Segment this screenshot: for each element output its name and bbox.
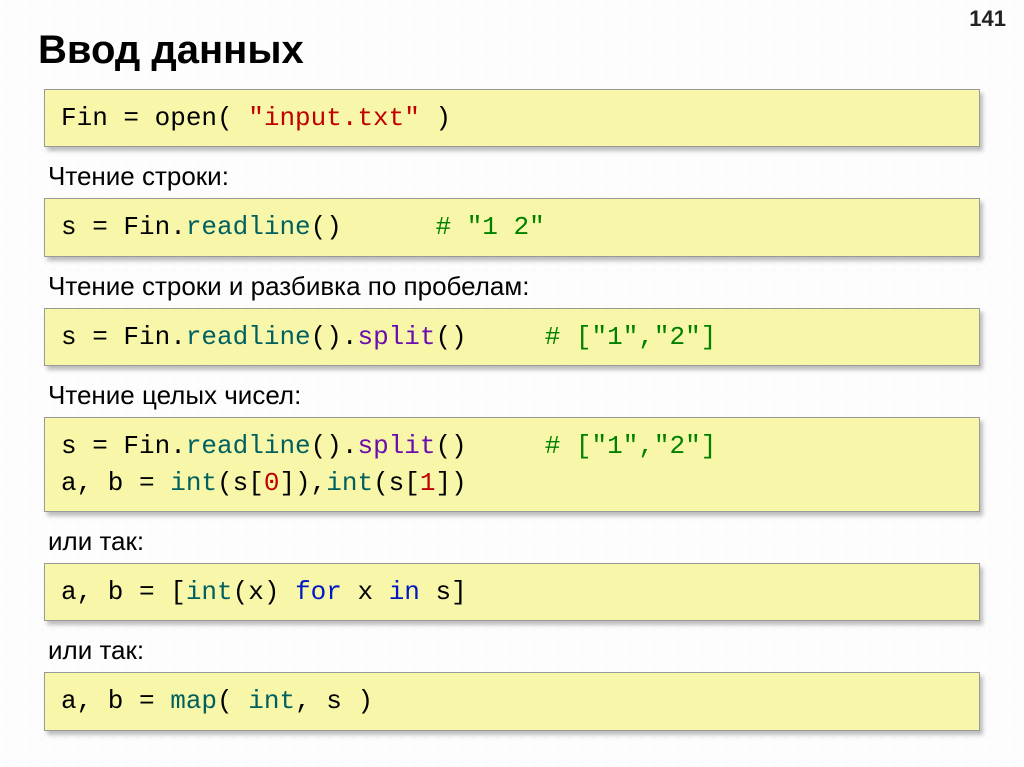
label-read-line: Чтение строки:	[48, 161, 986, 192]
label-or-2: или так:	[48, 635, 986, 666]
code-comment: # ["1","2"]	[545, 431, 717, 461]
code-text: a, b =	[61, 686, 170, 716]
code-text: Fin = open(	[61, 103, 248, 133]
code-text: s]	[420, 577, 467, 607]
code-func: int	[170, 468, 217, 498]
code-number: 0	[264, 468, 280, 498]
code-text: ().	[311, 322, 358, 352]
code-text: (x)	[233, 577, 295, 607]
code-text: ().	[311, 431, 358, 461]
code-text: s = Fin.	[61, 431, 186, 461]
code-func: int	[248, 686, 295, 716]
code-method: readline	[186, 431, 311, 461]
code-text: a, b =	[61, 468, 170, 498]
code-split: s = Fin.readline().split() # ["1","2"]	[44, 308, 980, 366]
code-text: ()	[435, 322, 544, 352]
code-text: )	[420, 103, 451, 133]
code-method: readline	[186, 212, 311, 242]
code-text: (s[	[373, 468, 420, 498]
page-number: 141	[969, 6, 1006, 32]
code-func: map	[170, 686, 217, 716]
code-text: ()	[435, 431, 544, 461]
code-text: (s[	[217, 468, 264, 498]
code-text: ])	[436, 468, 467, 498]
code-method: readline	[186, 322, 311, 352]
code-string: "input.txt"	[248, 103, 420, 133]
code-text: ]),	[279, 468, 326, 498]
code-comment: # ["1","2"]	[545, 322, 717, 352]
code-method: split	[357, 322, 435, 352]
label-read-ints: Чтение целых чисел:	[48, 380, 986, 411]
code-listcomp: a, b = [int(x) for x in s]	[44, 563, 980, 621]
code-text: x	[342, 577, 389, 607]
code-ints: s = Fin.readline().split() # ["1","2"] a…	[44, 417, 980, 512]
code-text: ()	[311, 212, 436, 242]
code-map: a, b = map( int, s )	[44, 672, 980, 730]
code-keyword: in	[389, 577, 420, 607]
code-readline: s = Fin.readline() # "1 2"	[44, 198, 980, 256]
code-text: a, b = [	[61, 577, 186, 607]
code-text: (	[217, 686, 248, 716]
code-comment: # "1 2"	[435, 212, 544, 242]
code-method: split	[357, 431, 435, 461]
code-text: s = Fin.	[61, 212, 186, 242]
code-open-file: Fin = open( "input.txt" )	[44, 89, 980, 147]
code-keyword: for	[295, 577, 342, 607]
code-func: int	[326, 468, 373, 498]
code-text: , s )	[295, 686, 373, 716]
label-split: Чтение строки и разбивка по пробелам:	[48, 271, 986, 302]
label-or-1: или так:	[48, 526, 986, 557]
slide: 141 Ввод данных Fin = open( "input.txt" …	[0, 0, 1024, 763]
page-title: Ввод данных	[38, 28, 986, 73]
code-text: s = Fin.	[61, 322, 186, 352]
code-number: 1	[420, 468, 436, 498]
code-func: int	[186, 577, 233, 607]
